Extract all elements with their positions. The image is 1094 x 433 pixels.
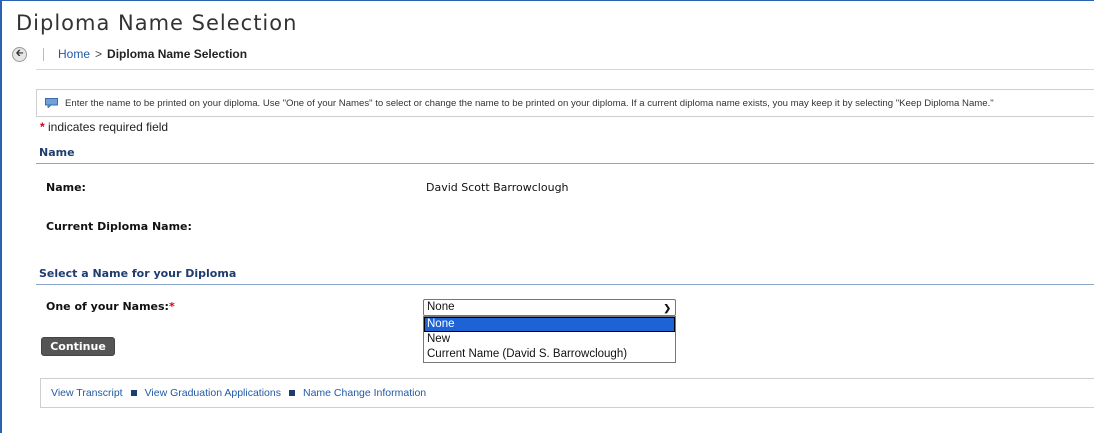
footer-links: View Transcript View Graduation Applicat… [40,378,1094,408]
diploma-name-dropdown: None New Current Name (David S. Barrowcl… [423,316,676,363]
required-star: * [168,300,175,313]
section-heading-name: Name [36,142,1094,164]
current-diploma-name-label: Current Diploma Name: [46,220,192,233]
required-star: * [40,120,45,134]
dropdown-option-new[interactable]: New [424,332,675,347]
link-bullet [289,390,295,396]
diploma-name-select-value: None [427,301,455,313]
view-graduation-applications-link[interactable]: View Graduation Applications [145,387,281,399]
back-arrow-icon[interactable]: 🡰 [12,46,27,62]
dropdown-option-none[interactable]: None [424,317,675,332]
info-message-box: Enter the name to be printed on your dip… [36,89,1094,117]
view-transcript-link[interactable]: View Transcript [51,387,123,399]
breadcrumb-divider [43,47,44,61]
header-divider [36,69,1094,70]
required-note-text: indicates required field [48,120,169,134]
required-field-note: * indicates required field [40,120,168,134]
link-bullet [130,390,137,396]
breadcrumb-separator: > [95,47,103,61]
info-message-icon [45,98,58,109]
name-change-information-link[interactable]: Name Change Information [303,387,426,399]
breadcrumb-current: Diploma Name Selection [107,47,248,61]
info-message-text: Enter the name to be printed on your dip… [65,97,994,109]
breadcrumb-home-link[interactable]: Home [58,47,90,61]
continue-button[interactable]: Continue [41,337,115,356]
one-of-your-names-label-text: One of your Names: [46,300,169,313]
page-frame: Diploma Name Selection 🡰 Home > Diploma … [0,0,1094,433]
dropdown-option-current-name[interactable]: Current Name (David S. Barrowclough) [424,347,675,362]
section-heading-select-name: Select a Name for your Diploma [36,263,1094,285]
breadcrumb: 🡰 Home > Diploma Name Selection [12,45,247,63]
chevron-down-icon: ❯ [663,303,671,313]
name-value: David Scott Barrowclough [426,181,569,194]
name-label: Name: [46,181,86,194]
page-title: Diploma Name Selection [16,11,298,35]
diploma-name-select[interactable]: None ❯ [423,299,676,316]
one-of-your-names-label: One of your Names:* [46,300,175,313]
